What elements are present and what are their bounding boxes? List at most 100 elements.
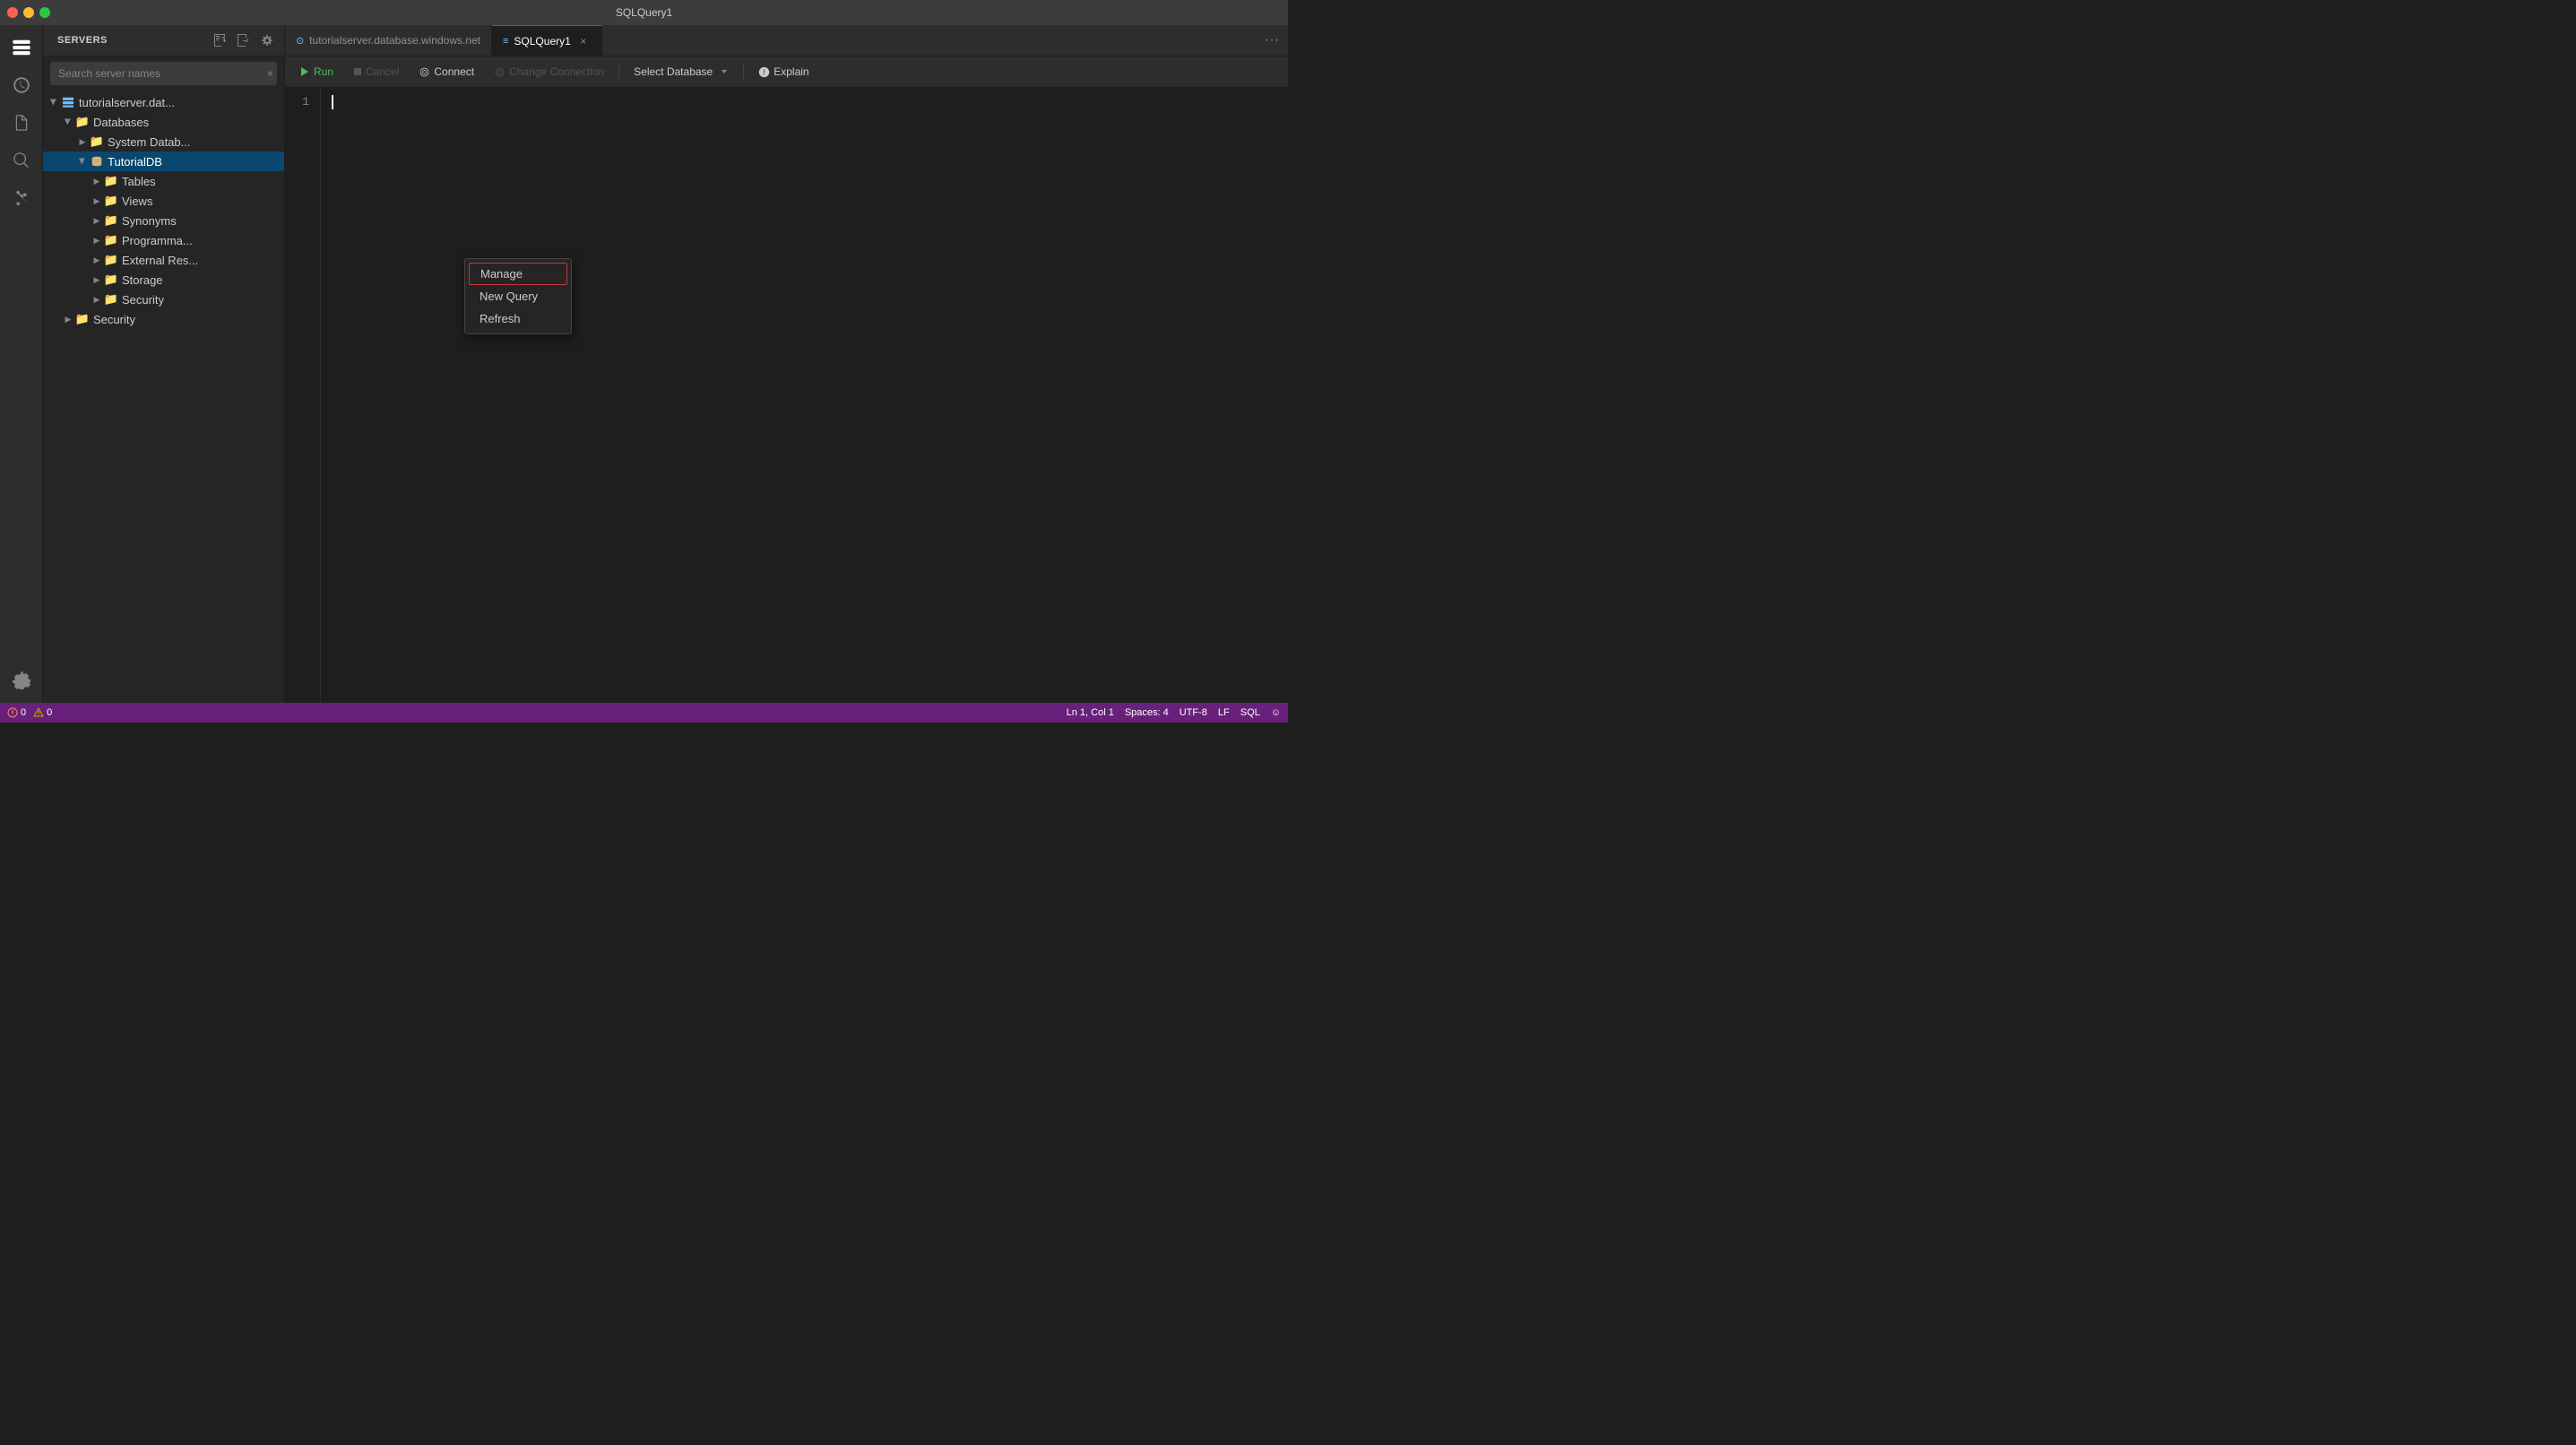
tab-sql-icon: ≡ [503,36,508,47]
sidebar-tab-label: SERVERS [50,31,115,49]
sidebar-item-search[interactable] [6,145,37,176]
add-connection-icon[interactable] [211,30,230,50]
tree-item-databases[interactable]: ▶ 📁 Databases [43,112,284,132]
app-container: SERVERS [0,25,1288,703]
tree-item-tables[interactable]: ▶ 📁 Tables [43,171,284,191]
synonyms-label: Synonyms [122,214,284,228]
sidebar-item-settings[interactable] [6,665,37,696]
sidebar-item-git[interactable] [6,183,37,213]
editor-content[interactable] [321,88,1288,703]
tree-arrow-tables: ▶ [90,174,104,188]
sidebar-header-icons [211,30,277,50]
tree-item-external-resources[interactable]: ▶ 📁 External Res... [43,250,284,270]
run-label: Run [314,65,333,78]
programmability-folder-icon: 📁 [104,233,118,247]
tree-arrow-databases: ▶ [61,115,75,129]
cancel-button[interactable]: Cancel [346,63,406,81]
editor[interactable]: 1 Manage New Query Refresh [285,88,1288,703]
window-title: SQLQuery1 [616,6,672,19]
tree-arrow-external-resources: ▶ [90,253,104,267]
cursor [332,95,333,109]
tree-item-tutorialdb[interactable]: ▶ TutorialDB [43,151,284,171]
maximize-button[interactable] [39,7,50,18]
tab-close-icon[interactable]: × [576,34,591,48]
sidebar-item-history[interactable] [6,70,37,100]
status-left: 0 0 [7,707,52,718]
tree-item-security-outer[interactable]: ▶ 📁 Security [43,309,284,329]
connect-button[interactable]: Connect [411,63,481,81]
activity-bar [0,25,43,703]
security-inner-folder-icon: 📁 [104,292,118,307]
server-icon [61,95,75,109]
tab-bar-more-icon[interactable]: ··· [1256,25,1288,56]
tree-item-server[interactable]: ▶ tutorialserver.dat... [43,92,284,112]
tree-arrow-tutorialdb: ▶ [75,154,90,169]
tree-arrow-storage: ▶ [90,273,104,287]
tab-sql-label: SQLQuery1 [514,35,570,48]
select-database-dropdown[interactable]: Select Database [627,63,736,81]
change-connection-label: Change Connection [509,65,604,78]
tree-arrow-security-inner: ▶ [90,292,104,307]
connect-label: Connect [434,65,474,78]
tree-arrow-security-outer: ▶ [61,312,75,326]
toolbar-separator-2 [743,65,744,79]
synonyms-folder-icon: 📁 [104,213,118,228]
status-bar: 0 0 Ln 1, Col 1 Spaces: 4 UTF-8 LF SQL ☺ [0,703,1288,722]
search-input[interactable] [50,62,277,85]
tree-container: ▶ tutorialserver.dat... ▶ 📁 Databases [43,91,284,703]
tab-server-icon: ⊙ [296,35,304,47]
minimize-button[interactable] [23,7,34,18]
traffic-lights [7,7,50,18]
context-menu-item-new-query[interactable]: New Query [465,285,571,307]
explain-label: Explain [774,65,808,78]
title-bar: SQLQuery1 [0,0,1288,25]
sidebar-item-servers[interactable] [6,32,37,63]
security-inner-label: Security [122,293,284,307]
tree-item-views[interactable]: ▶ 📁 Views [43,191,284,211]
settings-icon[interactable] [257,30,277,50]
toolbar-separator [618,65,619,79]
tree-item-security-inner[interactable]: ▶ 📁 Security [43,290,284,309]
cancel-label: Cancel [366,65,399,78]
system-db-folder-icon: 📁 [90,134,104,149]
external-resources-label: External Res... [122,254,284,267]
tab-server-label: tutorialserver.database.windows.net [309,34,480,47]
explain-button[interactable]: Explain [751,63,816,81]
tutorialdb-label: TutorialDB [108,155,284,169]
context-menu-item-manage[interactable]: Manage [469,263,567,285]
databases-label: Databases [93,116,284,129]
search-clear-icon[interactable]: × [267,67,273,80]
views-folder-icon: 📁 [104,194,118,208]
disconnect-icon[interactable] [234,30,254,50]
tab-server[interactable]: ⊙ tutorialserver.database.windows.net [285,25,492,56]
sidebar-item-new-file[interactable] [6,108,37,138]
change-connection-button[interactable]: Change Connection [487,63,611,81]
error-count: 0 [21,707,26,718]
views-label: Views [122,195,284,208]
run-button[interactable]: Run [292,63,341,81]
tree-arrow-synonyms: ▶ [90,213,104,228]
context-menu-item-refresh[interactable]: Refresh [465,307,571,330]
close-button[interactable] [7,7,18,18]
tree-item-synonyms[interactable]: ▶ 📁 Synonyms [43,211,284,230]
status-eol[interactable]: LF [1218,707,1230,718]
status-smiley-icon[interactable]: ☺ [1271,707,1281,718]
select-database-label: Select Database [634,65,713,78]
status-position[interactable]: Ln 1, Col 1 [1067,707,1114,718]
tables-label: Tables [122,175,284,188]
databases-folder-icon: 📁 [75,115,90,129]
storage-folder-icon: 📁 [104,273,118,287]
tables-folder-icon: 📁 [104,174,118,188]
programmability-label: Programma... [122,234,284,247]
status-spaces[interactable]: Spaces: 4 [1125,707,1169,718]
status-warnings[interactable]: 0 [33,707,52,718]
tree-item-programmability[interactable]: ▶ 📁 Programma... [43,230,284,250]
tree-item-system-db[interactable]: ▶ 📁 System Datab... [43,132,284,151]
status-encoding[interactable]: UTF-8 [1180,707,1207,718]
search-bar: × [50,62,277,85]
tab-bar: ⊙ tutorialserver.database.windows.net ≡ … [285,25,1288,56]
status-language[interactable]: SQL [1240,707,1260,718]
tree-item-storage[interactable]: ▶ 📁 Storage [43,270,284,290]
status-errors[interactable]: 0 [7,707,26,718]
tab-sqlquery1[interactable]: ≡ SQLQuery1 × [492,25,602,56]
